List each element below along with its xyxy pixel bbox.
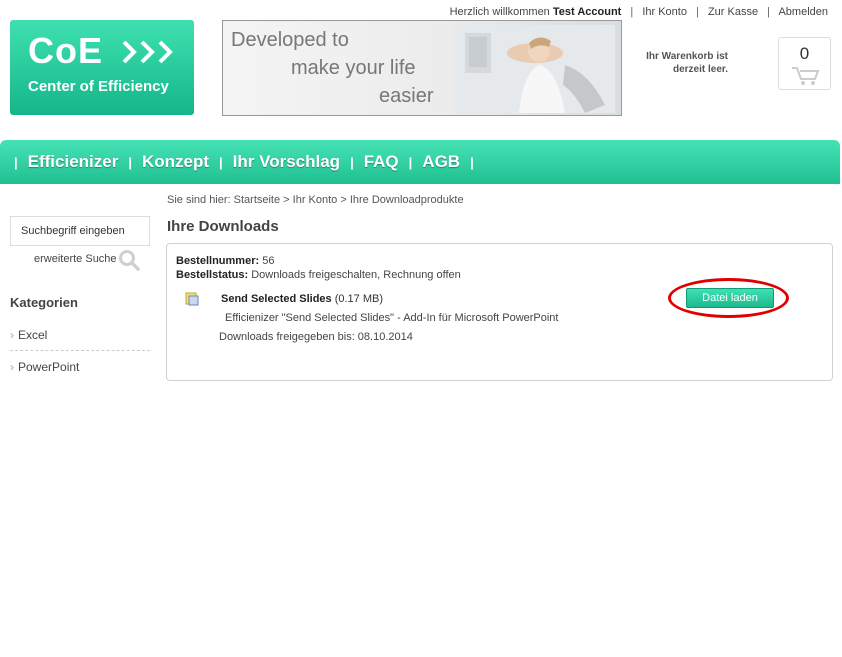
logo-short: CoE: [28, 30, 103, 71]
logout-link[interactable]: Abmelden: [778, 6, 828, 18]
nav-item-ihr-vorschlag[interactable]: Ihr Vorschlag: [233, 152, 340, 172]
checkout-link[interactable]: Zur Kasse: [708, 6, 758, 18]
top-links: Herzlich willkommen Test Account | Ihr K…: [450, 6, 828, 18]
order-panel: Bestellnummer: 56 Bestellstatus: Downloa…: [166, 243, 833, 381]
category-item-excel[interactable]: › Excel: [10, 328, 150, 342]
site-logo[interactable]: CoE Center of Efficiency: [10, 20, 194, 115]
welcome-text: Herzlich willkommen: [449, 6, 550, 18]
banner-line-2: make your life: [291, 57, 416, 79]
main-navigation: | Efficienizer | Konzept | Ihr Vorschlag…: [0, 140, 840, 184]
page-title: Ihre Downloads: [167, 218, 279, 235]
cart-status: Ihr Warenkorb ist derzeit leer.: [646, 51, 728, 75]
chevron-right-icon: ›: [10, 328, 14, 342]
search-icon[interactable]: [118, 249, 140, 271]
search-input[interactable]: Suchbegriff eingeben: [10, 216, 150, 246]
cart-button[interactable]: 0: [778, 37, 831, 90]
banner-line-3: easier: [379, 85, 434, 107]
download-file-button[interactable]: Datei laden: [686, 288, 774, 308]
download-expiry: Downloads freigegeben bis: 08.10.2014: [219, 331, 413, 343]
advanced-search-link[interactable]: erweiterte Suche: [34, 253, 117, 265]
nav-item-efficienizer[interactable]: Efficienizer: [28, 152, 119, 172]
download-file-icon: [185, 292, 199, 306]
cart-count: 0: [799, 44, 810, 63]
nav-item-konzept[interactable]: Konzept: [142, 152, 209, 172]
category-item-powerpoint[interactable]: › PowerPoint: [10, 360, 150, 374]
promo-banner: Developed to make your life easier: [222, 20, 622, 116]
shopping-cart-icon: [792, 67, 820, 85]
separator: |: [696, 6, 699, 18]
nav-separator: |: [350, 154, 354, 170]
nav-separator: |: [128, 154, 132, 170]
separator: |: [767, 6, 770, 18]
order-number: Bestellnummer: 56: [176, 255, 275, 267]
nav-separator: |: [470, 154, 474, 170]
product-description: Efficienizer "Send Selected Slides" - Ad…: [225, 312, 559, 324]
nav-item-faq[interactable]: FAQ: [364, 152, 399, 172]
nav-separator: |: [408, 154, 413, 170]
nav-item-agb[interactable]: AGB: [422, 152, 460, 172]
relaxed-person-image: [455, 25, 615, 113]
user-name: Test Account: [552, 6, 622, 18]
product-name: Send Selected Slides (0.17 MB): [221, 293, 384, 305]
separator: |: [630, 6, 634, 18]
categories-title: Kategorien: [10, 295, 78, 310]
chevron-right-icon: ›: [10, 360, 14, 374]
logo-full-name: Center of Efficiency: [28, 78, 169, 95]
category-divider: [10, 350, 150, 351]
nav-separator: |: [219, 154, 223, 170]
my-account-link[interactable]: Ihr Konto: [642, 6, 687, 18]
order-status: Bestellstatus: Downloads freigeschalten,…: [176, 269, 461, 281]
banner-line-1: Developed to: [231, 29, 349, 51]
logo-arrows-icon: [122, 40, 173, 64]
breadcrumb[interactable]: Sie sind hier: Startseite > Ihr Konto > …: [167, 194, 464, 206]
nav-separator: |: [14, 154, 18, 170]
